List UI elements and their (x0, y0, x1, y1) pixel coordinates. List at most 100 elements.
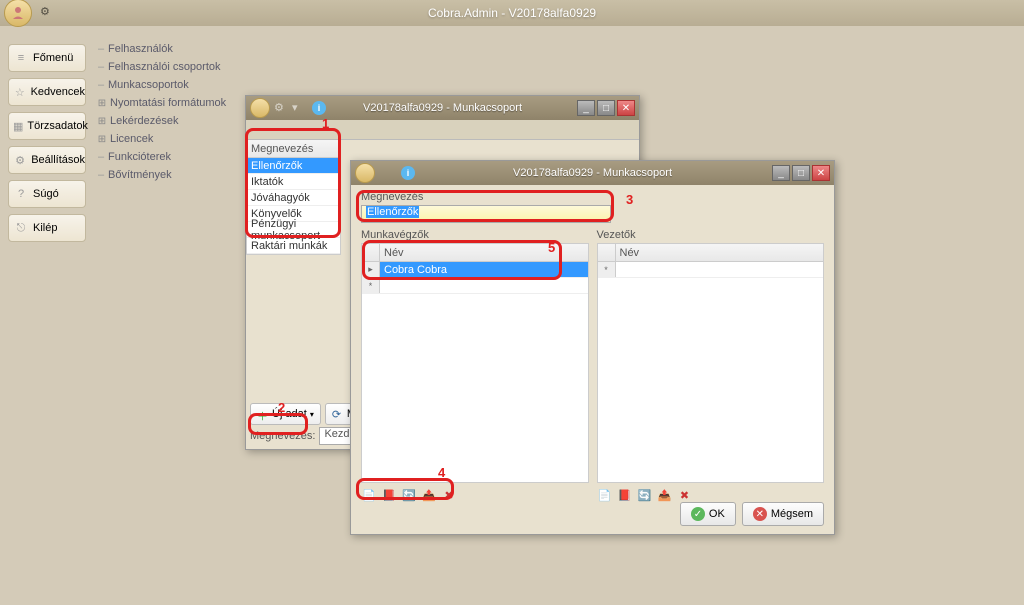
munkacsoport-list: Megnevezés Ellenőrzők Iktatók Jóváhagyók… (246, 140, 341, 255)
section-label: Vezetők (597, 229, 825, 241)
info-icon[interactable]: i (401, 166, 415, 180)
close-button[interactable]: ✕ (617, 100, 635, 116)
tree-leaf-icon: – (96, 151, 106, 163)
maximize-button[interactable]: □ (792, 165, 810, 181)
maximize-button[interactable]: □ (597, 100, 615, 116)
app-title: Cobra.Admin - V20178alfa0929 (428, 6, 596, 20)
munkacsoport-detail-dialog: i V20178alfa0929 - Munkacsoport _ □ ✕ Me… (350, 160, 835, 535)
grid-cell[interactable] (616, 262, 824, 277)
minimize-button[interactable]: _ (577, 100, 595, 116)
add-icon[interactable]: 📄 (361, 487, 377, 503)
sidebar-btn-label: Törzsadatok (27, 120, 88, 132)
vezetok-section: Vezetők Név * 📄 📕 🔄 📤 ✖ (597, 229, 825, 503)
refresh-icon[interactable]: 🔄 (401, 487, 417, 503)
dialog-title: V20178alfa0929 - Munkacsoport (513, 167, 672, 179)
sidebar-btn-kilep[interactable]: ⎋ Kilép (8, 214, 86, 242)
close-button[interactable]: ✕ (812, 165, 830, 181)
add-icon[interactable]: 📄 (597, 487, 613, 503)
list-row[interactable]: Pénzügyi munkacsoport (247, 222, 340, 238)
cancel-button[interactable]: ✕ Mégsem (742, 502, 824, 526)
sidebar-btn-label: Súgó (33, 188, 59, 200)
vezetok-grid: Név * (597, 243, 825, 483)
new-row-icon: * (598, 262, 616, 277)
star-icon: ☆ (13, 84, 27, 100)
grid-row[interactable]: ▸ Cobra Cobra (362, 262, 588, 278)
list-row[interactable]: Iktatók (247, 174, 340, 190)
expand-icon[interactable]: ⊞ (96, 133, 108, 145)
sidebar-btn-kedvencek[interactable]: ☆ Kedvencek (8, 78, 86, 106)
sidebar-btn-torzsadatok[interactable]: ▦ Törzsadatok (8, 112, 86, 140)
row-indicator-icon: ▸ (362, 262, 380, 277)
menu-icon: ≡ (13, 50, 29, 66)
tree-item-bovitmenyek[interactable]: –Bővítmények (96, 166, 246, 184)
tree-leaf-icon: – (96, 169, 106, 181)
list-row[interactable]: Jóváhagyók (247, 190, 340, 206)
data-icon: ▦ (13, 118, 23, 134)
minimize-button[interactable]: _ (772, 165, 790, 181)
tree-leaf-icon: – (96, 61, 106, 73)
new-record-button[interactable]: ＋ Új adat ▾ (250, 403, 321, 425)
delete-icon[interactable]: ✖ (677, 487, 693, 503)
form-area: Megnevezés Ellenőrzők (351, 185, 834, 229)
megnevezes-input[interactable]: Ellenőrzők (361, 205, 611, 223)
grid-toolbar-right: 📄 📕 🔄 📤 ✖ (597, 487, 825, 503)
list-row[interactable]: Ellenőrzők (247, 158, 340, 174)
tree-item-licencek[interactable]: ⊞Licencek (96, 130, 246, 148)
gear-icon[interactable]: ⚙ (274, 101, 288, 115)
munkavegzok-section: Munkavégzők Név ▸ Cobra Cobra * 📄 📕 � (361, 229, 589, 503)
grid-toolbar-left: 📄 📕 🔄 📤 ✖ (361, 487, 589, 503)
grid-cell[interactable]: Cobra Cobra (380, 262, 588, 277)
tree-item-lekerdezesek[interactable]: ⊞Lekérdezések (96, 112, 246, 130)
dialog-orb-icon (355, 163, 375, 183)
gear-icon: ⚙ (13, 152, 27, 168)
dialog-titlebar[interactable]: ⚙ ▾ i V20178alfa0929 - Munkacsoport _ □ … (246, 96, 639, 120)
help-icon: ? (13, 186, 29, 202)
ok-button[interactable]: ✓ OK (680, 502, 736, 526)
megnevezes-label: Megnevezés (361, 191, 824, 203)
list-column-header[interactable]: Megnevezés (247, 140, 340, 158)
tree-item-felhasznaloi-csoportok[interactable]: –Felhasználói csoportok (96, 58, 246, 76)
nav-tree: –Felhasználók –Felhasználói csoportok –M… (96, 40, 246, 184)
app-orb-icon[interactable] (4, 0, 32, 27)
grid-column-header[interactable]: Név (616, 244, 824, 261)
check-icon: ✓ (691, 507, 705, 521)
add-icon: ＋ (257, 408, 269, 420)
gear-icon[interactable]: ⚙ (40, 5, 56, 21)
grid-column-header[interactable]: Név (380, 244, 588, 261)
expand-icon[interactable]: ⊞ (96, 97, 108, 109)
delete-icon[interactable]: ✖ (441, 487, 457, 503)
tree-leaf-icon: – (96, 43, 106, 55)
tree-leaf-icon: – (96, 79, 106, 91)
remove-icon[interactable]: 📕 (381, 487, 397, 503)
sidebar-btn-fomenu[interactable]: ≡ Főmenü (8, 44, 86, 72)
filter-label: Megnevezés: (250, 430, 315, 442)
expand-icon[interactable]: ⊞ (96, 115, 108, 127)
tree-item-nyomtatasi[interactable]: ⊞Nyomtatási formátumok (96, 94, 246, 112)
open-icon: ⟳ (332, 408, 344, 420)
munkavegzok-grid: Név ▸ Cobra Cobra * (361, 243, 589, 483)
grid-new-row[interactable]: * (362, 278, 588, 294)
sidebar-btn-label: Főmenü (33, 52, 73, 64)
grid-new-row[interactable]: * (598, 262, 824, 278)
tree-item-funkcioterek[interactable]: –Funkcióterek (96, 148, 246, 166)
tree-item-munkacsoportok[interactable]: –Munkacsoportok (96, 76, 246, 94)
export-icon[interactable]: 📤 (421, 487, 437, 503)
refresh-icon[interactable]: 🔄 (637, 487, 653, 503)
cross-icon: ✕ (753, 507, 767, 521)
sidebar-btn-label: Kilép (33, 222, 57, 234)
grid-rowhead (598, 244, 616, 261)
sidebar-btn-beallitasok[interactable]: ⚙ Beállítások (8, 146, 86, 174)
remove-icon[interactable]: 📕 (617, 487, 633, 503)
grid-cell[interactable] (380, 278, 588, 293)
dropdown-icon[interactable]: ▾ (292, 101, 306, 115)
export-icon[interactable]: 📤 (657, 487, 673, 503)
info-icon[interactable]: i (312, 101, 326, 115)
tree-item-felhasznalok[interactable]: –Felhasználók (96, 40, 246, 58)
sidebar: ≡ Főmenü ☆ Kedvencek ▦ Törzsadatok ⚙ Beá… (8, 44, 86, 248)
sidebar-btn-label: Beállítások (31, 154, 85, 166)
sidebar-btn-sugo[interactable]: ? Súgó (8, 180, 86, 208)
dialog-titlebar[interactable]: i V20178alfa0929 - Munkacsoport _ □ ✕ (351, 161, 834, 185)
section-label: Munkavégzők (361, 229, 589, 241)
dialog-title: V20178alfa0929 - Munkacsoport (363, 102, 522, 114)
list-row[interactable]: Raktári munkák (247, 238, 340, 254)
